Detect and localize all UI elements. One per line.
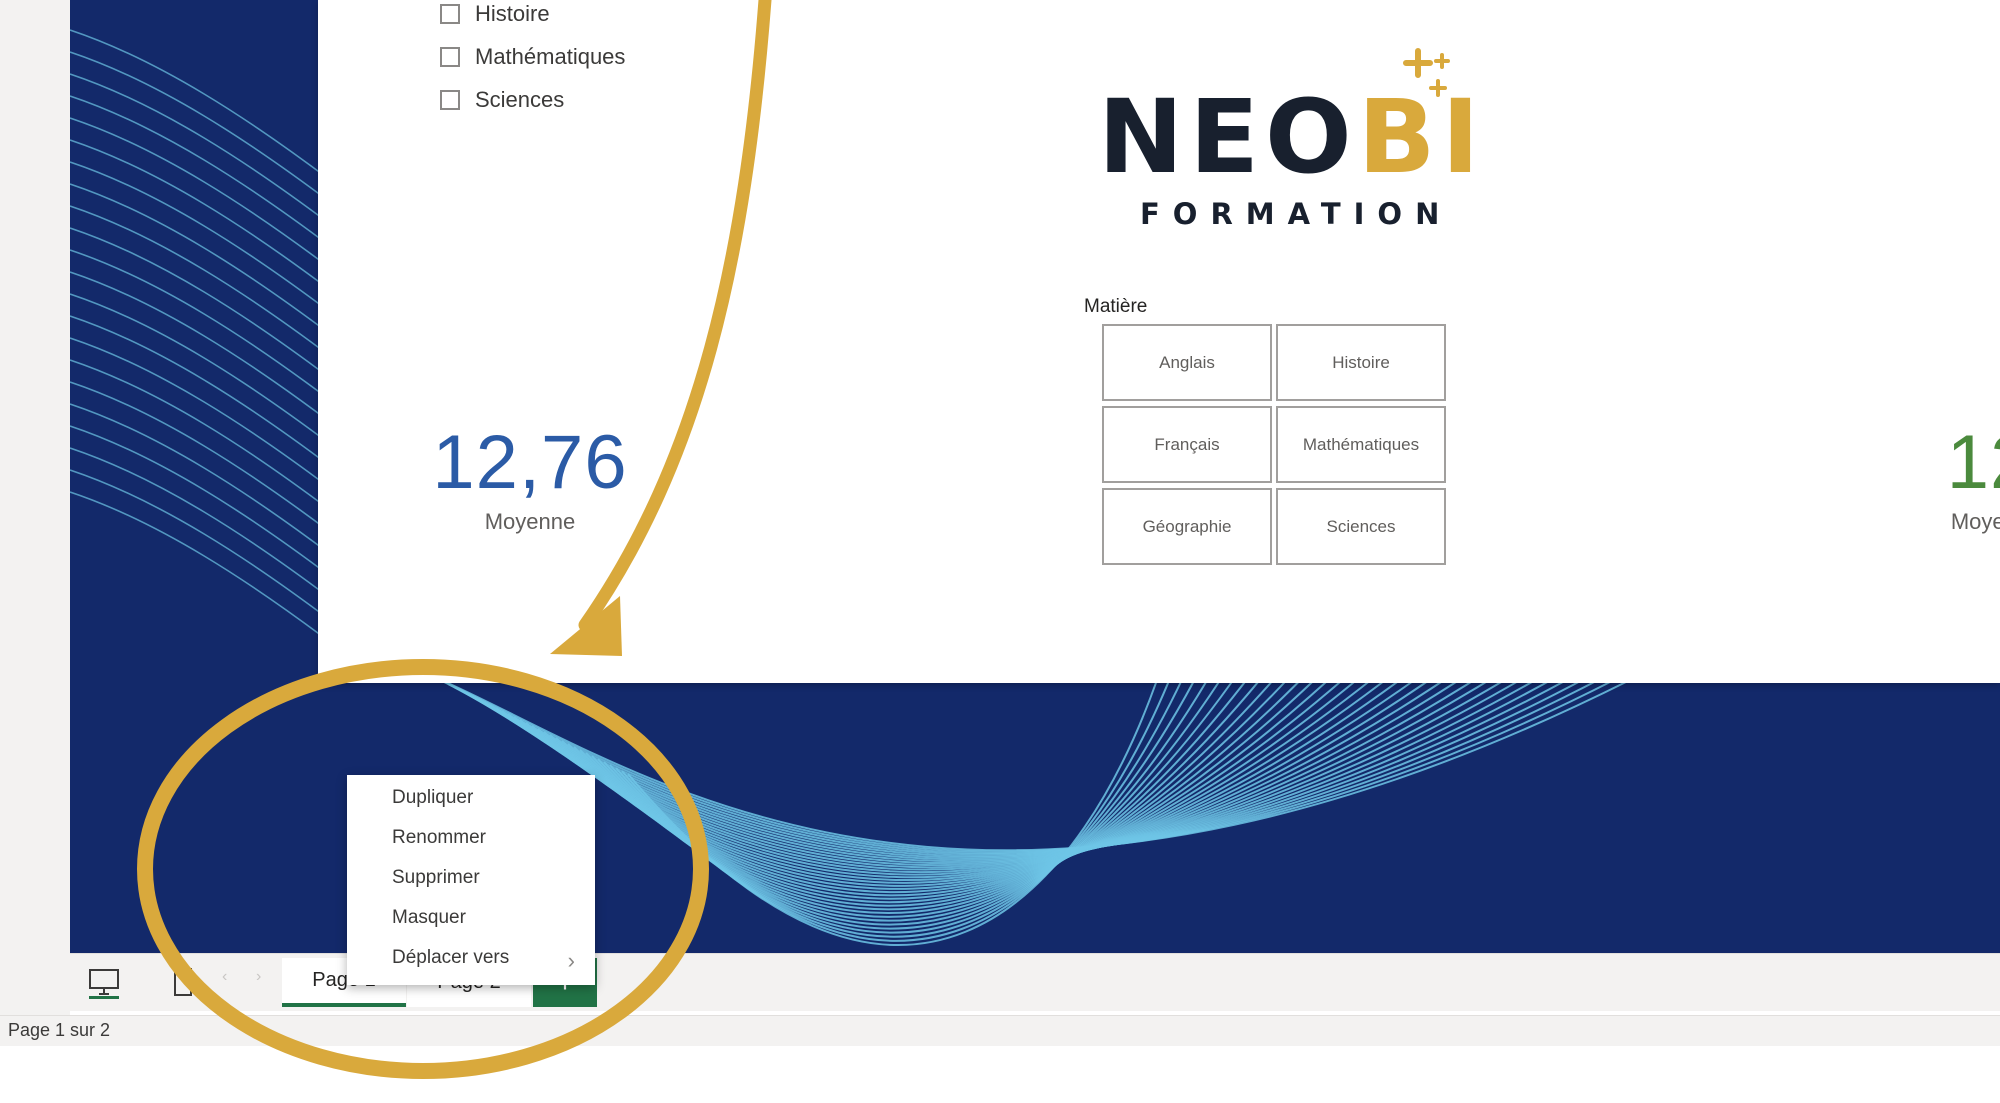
kpi-caption: Moyenne — [484, 509, 576, 534]
menu-item-dupliquer[interactable]: Dupliquer — [392, 787, 473, 809]
slicer-tile-anglais[interactable]: Anglais — [1102, 324, 1272, 401]
slicer-tile-mathematiques[interactable]: Mathématiques — [1276, 406, 1446, 483]
menu-item-deplacer-vers[interactable]: Déplacer vers — [392, 947, 509, 969]
previous-page-icon[interactable]: ‹ — [222, 968, 227, 986]
kpi-value: 12,76 — [432, 420, 628, 505]
checkbox-label: Mathématiques — [475, 43, 626, 69]
slicer-tile-sciences[interactable]: Sciences — [1276, 488, 1446, 565]
subject-slicer: Anglais Histoire Français Mathématiques … — [1102, 324, 1446, 565]
slicer-tile-histoire[interactable]: Histoire — [1276, 324, 1446, 401]
checkbox[interactable] — [440, 3, 460, 24]
checkbox[interactable] — [440, 89, 460, 110]
neobi-logo: NEOBI FORMATION — [1090, 45, 1479, 235]
checkbox-item-histoire[interactable]: Histoire — [440, 0, 625, 35]
logo-subtitle: FORMATION — [1140, 197, 1453, 231]
kpi-card-average: 12,76 Moyenne — [420, 425, 640, 535]
menu-item-supprimer[interactable]: Supprimer — [392, 867, 480, 889]
mobile-view-icon[interactable] — [162, 962, 202, 1002]
checkbox-item-sciences[interactable]: Sciences — [440, 78, 625, 121]
kpi-value: 12 — [1946, 420, 2000, 505]
checkbox-label: Sciences — [475, 86, 565, 112]
kpi-card-average-right: 12 Moyenn — [1890, 425, 2000, 535]
left-rail — [0, 0, 70, 1015]
status-bar: Page 1 sur 2 — [0, 1015, 2000, 1046]
sparkle-icon — [1403, 48, 1450, 97]
page-count-status: Page 1 sur 2 — [8, 1020, 111, 1040]
chevron-right-icon: › — [567, 948, 575, 973]
menu-item-masquer[interactable]: Masquer — [392, 907, 466, 929]
slicer-tile-francais[interactable]: Français — [1102, 406, 1272, 483]
logo-neo-text: NEO — [1098, 78, 1358, 197]
next-page-icon[interactable]: › — [256, 968, 261, 986]
slicer-title: Matière — [1084, 296, 1148, 317]
slicer-tile-geographie[interactable]: Géographie — [1102, 488, 1272, 565]
menu-item-renommer[interactable]: Renommer — [392, 827, 486, 849]
checkbox-label: Histoire — [475, 0, 550, 26]
desktop-view-icon[interactable] — [84, 962, 124, 1002]
page-context-menu: Dupliquer Renommer Supprimer Masquer Dép… — [347, 775, 595, 985]
kpi-caption: Moyenn — [1950, 509, 2000, 534]
checkbox[interactable] — [440, 46, 460, 67]
checkbox-item-mathematiques[interactable]: Mathématiques — [440, 35, 625, 78]
subject-checkbox-list: Histoire Mathématiques Sciences — [440, 0, 625, 121]
